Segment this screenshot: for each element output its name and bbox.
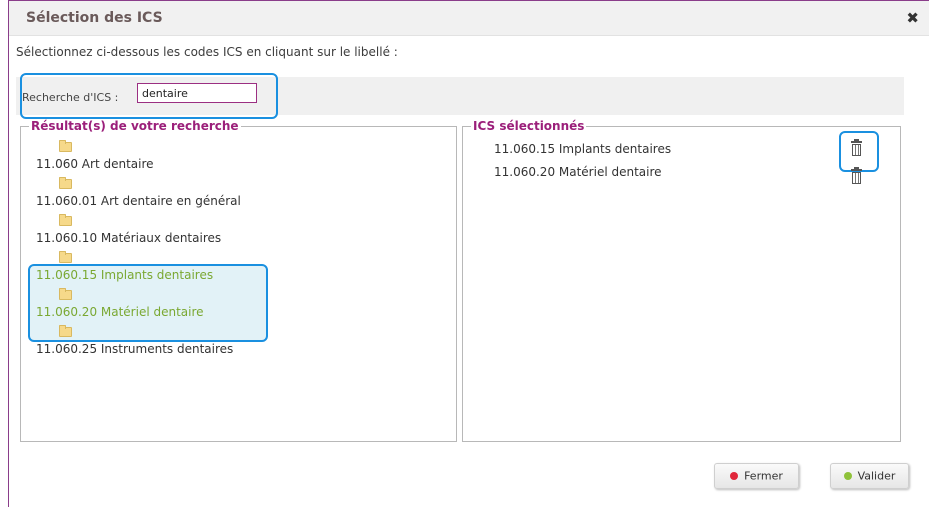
results-legend: Résultat(s) de votre recherche bbox=[31, 119, 239, 133]
selected-legend: ICS sélectionnés bbox=[473, 119, 585, 133]
folder-icon[interactable] bbox=[59, 140, 72, 152]
folder-icon[interactable] bbox=[59, 214, 72, 226]
dialog-title: Sélection des ICS bbox=[26, 10, 163, 26]
red-dot-icon bbox=[730, 472, 739, 481]
folder-icon[interactable] bbox=[59, 251, 72, 263]
selected-item: 11.060.15 Implants dentaires bbox=[494, 142, 672, 156]
instructions-text: Sélectionnez ci-dessous les codes ICS en… bbox=[16, 45, 398, 59]
search-input[interactable] bbox=[137, 83, 257, 103]
validate-button[interactable]: Valider bbox=[830, 463, 909, 489]
search-label: Recherche d'ICS : bbox=[22, 91, 119, 104]
result-item-selected[interactable]: 11.060.15 Implants dentaires bbox=[36, 268, 213, 282]
selected-item: 11.060.20 Matériel dentaire bbox=[494, 165, 662, 179]
close-icon[interactable]: ✖ bbox=[906, 9, 919, 27]
result-item[interactable]: 11.060 Art dentaire bbox=[36, 157, 154, 171]
result-item[interactable]: 11.060.10 Matériaux dentaires bbox=[36, 231, 221, 245]
folder-icon[interactable] bbox=[59, 177, 72, 189]
result-item[interactable]: 11.060.25 Instruments dentaires bbox=[36, 342, 233, 356]
result-item[interactable]: 11.060.01 Art dentaire en général bbox=[36, 194, 241, 208]
green-dot-icon bbox=[843, 472, 852, 481]
folder-icon[interactable] bbox=[59, 288, 72, 300]
trash-icon[interactable] bbox=[851, 139, 862, 156]
dialog-titlebar: Sélection des ICS ✖ bbox=[9, 1, 929, 36]
close-button[interactable]: Fermer bbox=[714, 463, 799, 489]
result-item-selected[interactable]: 11.060.20 Matériel dentaire bbox=[36, 305, 204, 319]
folder-icon[interactable] bbox=[59, 325, 72, 337]
trash-icon[interactable] bbox=[851, 167, 862, 184]
